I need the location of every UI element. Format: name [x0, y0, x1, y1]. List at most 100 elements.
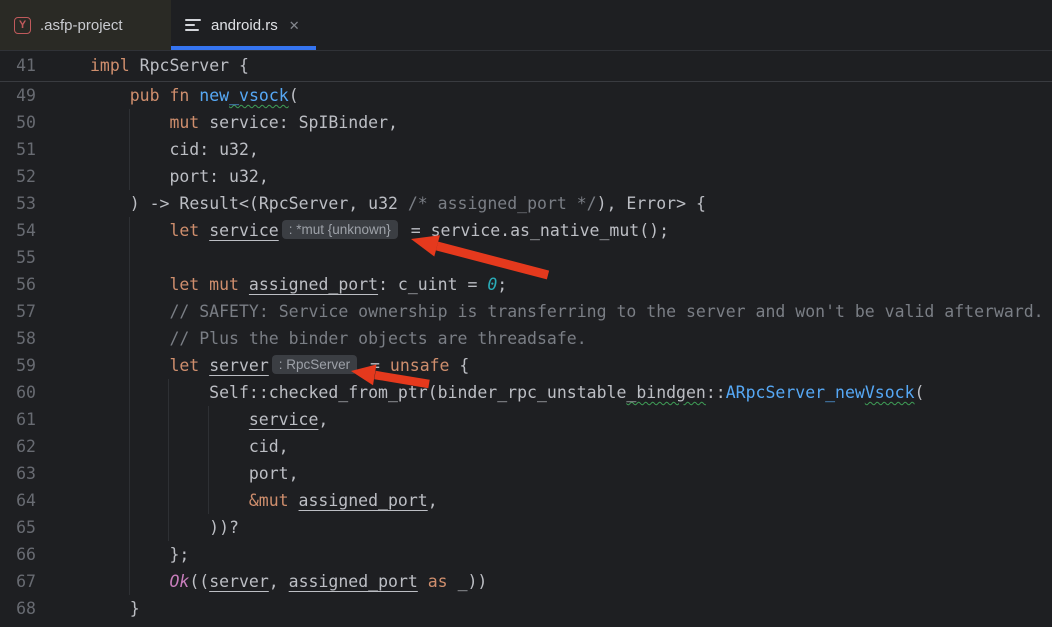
line-number[interactable]: 62 — [0, 433, 90, 460]
code-line-content[interactable] — [90, 244, 1052, 271]
code-line[interactable]: 57// SAFETY: Service ownership is transf… — [0, 298, 1052, 325]
code-token: 0 — [487, 275, 497, 294]
code-token: (( — [189, 572, 209, 591]
code-line[interactable]: 68} — [0, 595, 1052, 622]
line-number[interactable]: 63 — [0, 460, 90, 487]
code-text: port, — [90, 460, 299, 487]
code-token: cid: u32, — [169, 140, 258, 159]
code-line-content[interactable]: cid: u32, — [90, 136, 1052, 163]
code-line-content[interactable]: &mut assigned_port, — [90, 487, 1052, 514]
line-number[interactable]: 64 — [0, 487, 90, 514]
code-line[interactable]: 53) -> Result<(RpcServer, u32 /* assigne… — [0, 190, 1052, 217]
code-token: new — [199, 86, 229, 105]
code-line[interactable]: 65))? — [0, 514, 1052, 541]
code-text: impl RpcServer { — [90, 51, 249, 81]
line-number[interactable]: 53 — [0, 190, 90, 217]
tab-bar: Y .asfp-project android.rs ✕ — [0, 0, 1052, 50]
code-line-content[interactable]: // Plus the binder objects are threadsaf… — [90, 325, 1052, 352]
code-token: // Plus the binder objects are threadsaf… — [169, 329, 586, 348]
code-line[interactable]: 50mut service: SpIBinder, — [0, 109, 1052, 136]
code-line[interactable]: 59let server: RpcServer = unsafe { — [0, 352, 1052, 379]
code-line-content[interactable]: service, — [90, 406, 1052, 433]
code-line[interactable]: 63port, — [0, 460, 1052, 487]
code-line-content[interactable]: cid, — [90, 433, 1052, 460]
inlay-type-hint: : RpcServer — [272, 355, 357, 374]
code-token: cid, — [249, 437, 289, 456]
text-file-icon — [185, 19, 202, 31]
code-lines[interactable]: 49pub fn new_vsock(50mut service: SpIBin… — [0, 82, 1052, 622]
code-line-content[interactable]: let service: *mut {unknown} = service.as… — [90, 217, 1052, 244]
code-line-content[interactable]: Self::checked_from_ptr(binder_rpc_unstab… — [90, 379, 1052, 406]
code-editor[interactable]: 41impl RpcServer { 49pub fn new_vsock(50… — [0, 50, 1052, 622]
code-token: _)) — [458, 572, 488, 591]
close-icon[interactable]: ✕ — [287, 17, 302, 34]
code-token: = — [360, 356, 390, 375]
code-token: ; — [497, 275, 507, 294]
line-number[interactable]: 60 — [0, 379, 90, 406]
code-line[interactable]: 56let mut assigned_port: c_uint = 0; — [0, 271, 1052, 298]
code-line[interactable]: 61service, — [0, 406, 1052, 433]
line-number[interactable]: 66 — [0, 541, 90, 568]
line-number[interactable]: 51 — [0, 136, 90, 163]
code-line[interactable]: 49pub fn new_vsock( — [0, 82, 1052, 109]
line-number[interactable]: 49 — [0, 82, 90, 109]
line-number[interactable]: 58 — [0, 325, 90, 352]
code-token: ), Error> { — [597, 194, 706, 213]
code-line[interactable]: 62 cid, — [0, 433, 1052, 460]
line-number[interactable]: 57 — [0, 298, 90, 325]
code-line[interactable]: 64&mut assigned_port, — [0, 487, 1052, 514]
code-text: } — [90, 595, 140, 622]
line-number[interactable]: 52 — [0, 163, 90, 190]
line-number[interactable]: 56 — [0, 271, 90, 298]
code-line-content[interactable]: port: u32, — [90, 163, 1052, 190]
code-line-content[interactable]: ) -> Result<(RpcServer, u32 /* assigned_… — [90, 190, 1052, 217]
code-line-content[interactable]: let server: RpcServer = unsafe { — [90, 352, 1052, 379]
sticky-header-line[interactable]: 41impl RpcServer { — [0, 51, 1052, 82]
code-line[interactable]: 41impl RpcServer { — [0, 51, 1052, 81]
code-token: let — [169, 221, 209, 240]
code-line[interactable]: 66}; — [0, 541, 1052, 568]
inlay-type-hint: : *mut {unknown} — [282, 220, 398, 239]
code-line[interactable]: 58 // Plus the binder objects are threads… — [0, 325, 1052, 352]
code-line[interactable]: 67Ok((server, assigned_port as _)) — [0, 568, 1052, 595]
code-line[interactable]: 51 cid: u32, — [0, 136, 1052, 163]
line-number[interactable]: 67 — [0, 568, 90, 595]
code-text: port: u32, — [90, 163, 269, 190]
line-number[interactable]: 65 — [0, 514, 90, 541]
code-token: service — [209, 221, 279, 240]
code-token: assigned_port — [289, 572, 418, 591]
line-number[interactable]: 54 — [0, 217, 90, 244]
code-line-content[interactable]: // SAFETY: Service ownership is transfer… — [90, 298, 1052, 325]
code-token: RpcServer { — [130, 56, 249, 75]
code-text: let mut assigned_port: c_uint = 0; — [90, 271, 507, 298]
code-line[interactable]: 52port: u32, — [0, 163, 1052, 190]
code-line-content[interactable]: let mut assigned_port: c_uint = 0; — [90, 271, 1052, 298]
code-token: _vsock — [229, 86, 289, 105]
code-line-content[interactable]: port, — [90, 460, 1052, 487]
code-line-content[interactable]: impl RpcServer { — [90, 51, 1052, 81]
code-line[interactable]: 54let service: *mut {unknown} = service.… — [0, 217, 1052, 244]
line-number[interactable]: 50 — [0, 109, 90, 136]
code-line-content[interactable]: mut service: SpIBinder, — [90, 109, 1052, 136]
code-text: let service: *mut {unknown} = service.as… — [90, 217, 669, 244]
code-token: assigned_port — [249, 275, 378, 294]
code-line[interactable]: 60Self::checked_from_ptr(binder_rpc_unst… — [0, 379, 1052, 406]
code-token: ))? — [209, 518, 239, 537]
code-line-content[interactable]: } — [90, 595, 1052, 622]
tab-android-rs[interactable]: android.rs ✕ — [171, 0, 316, 50]
project-tab[interactable]: Y .asfp-project — [0, 0, 171, 50]
code-line-content[interactable]: Ok((server, assigned_port as _)) — [90, 568, 1052, 595]
code-text: ) -> Result<(RpcServer, u32 /* assigned_… — [90, 190, 706, 217]
code-line-content[interactable]: }; — [90, 541, 1052, 568]
line-number[interactable]: 61 — [0, 406, 90, 433]
code-token: ( — [289, 86, 299, 105]
line-number[interactable]: 68 — [0, 595, 90, 622]
code-text: pub fn new_vsock( — [90, 82, 299, 109]
line-number[interactable]: 59 — [0, 352, 90, 379]
line-number[interactable]: 41 — [0, 51, 90, 81]
code-token: &mut — [249, 491, 299, 510]
code-line[interactable]: 55 — [0, 244, 1052, 271]
code-line-content[interactable]: ))? — [90, 514, 1052, 541]
line-number[interactable]: 55 — [0, 244, 90, 271]
code-line-content[interactable]: pub fn new_vsock( — [90, 82, 1052, 109]
